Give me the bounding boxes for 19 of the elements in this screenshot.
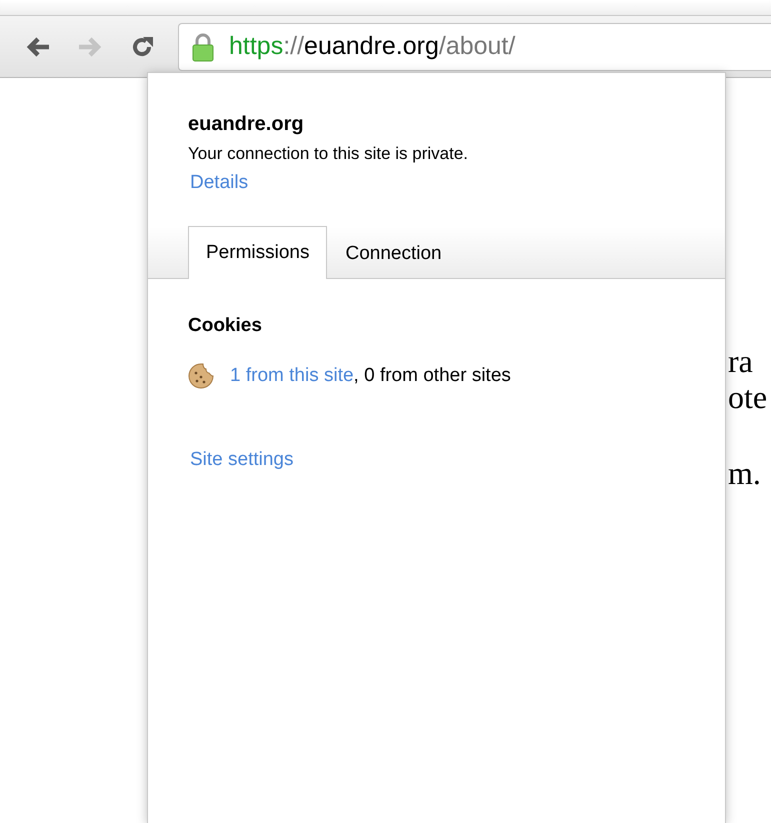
page-text: ra [728, 343, 753, 379]
address-bar[interactable]: https://euandre.org/about/ [178, 22, 771, 70]
page-text: ote [728, 379, 768, 415]
tab[interactable]: Permissions [188, 226, 328, 279]
reload-icon [130, 34, 154, 58]
back-arrow-icon [25, 36, 51, 58]
cookie-icon [188, 363, 214, 389]
section-title: Cookies [188, 315, 262, 337]
connection-status: Your connection to this site is private. [188, 144, 468, 164]
padlock-icon[interactable] [191, 32, 215, 62]
site-settings-link[interactable]: Site settings [190, 449, 294, 471]
site-name: euandre.org [188, 113, 304, 136]
details-link[interactable]: Details [190, 172, 248, 194]
forward-arrow-icon [77, 36, 103, 58]
page-text: m. [728, 455, 761, 491]
tab[interactable]: Connection [327, 227, 460, 279]
cookie-link[interactable]: 1 from this site [230, 365, 354, 386]
url-text: https://euandre.org/about/ [229, 32, 516, 61]
cookie-count: 1 from this site, 0 from other sites [230, 365, 511, 387]
